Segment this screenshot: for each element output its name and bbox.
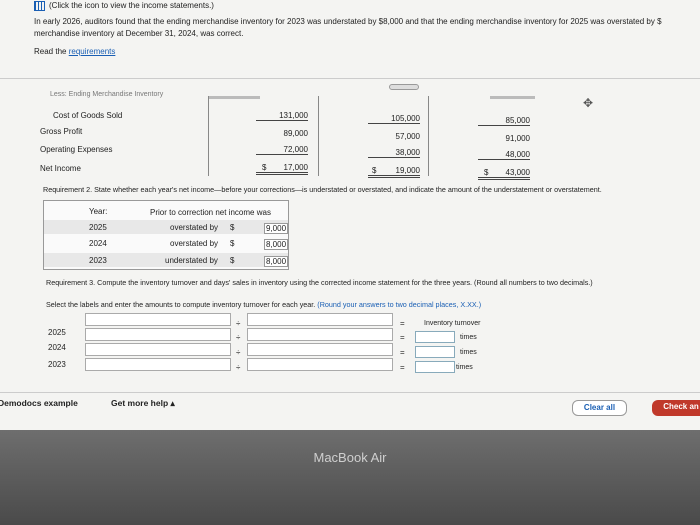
intro-line-1: In early 2026, auditors found that the e… xyxy=(34,17,662,26)
get-more-help-button[interactable]: Get more help ▴ xyxy=(111,398,175,409)
laptop-bezel xyxy=(0,430,700,525)
footer-divider xyxy=(0,392,700,393)
move-icon[interactable]: ✥ xyxy=(583,96,593,110)
req2-text: Requirement 2. State whether each year's… xyxy=(43,185,602,194)
denominator-amount-input[interactable] xyxy=(247,343,393,356)
cogs-label: Cost of Goods Sold xyxy=(53,111,123,120)
cell-border xyxy=(490,96,535,99)
year-cell: 2024 xyxy=(89,239,107,248)
opex-2023: 72,000 xyxy=(256,145,308,155)
year-header: Year: xyxy=(89,207,108,216)
turnover-input-2023[interactable] xyxy=(415,361,455,373)
divide-sign: ÷ xyxy=(236,363,241,372)
table-row: 2025 overstated by $ 9,000 xyxy=(44,220,289,234)
cogs-2023: 131,000 xyxy=(256,111,308,121)
turnover-input-2025[interactable] xyxy=(415,331,455,343)
table-row: 2024 overstated by $ 8,000 xyxy=(44,236,289,250)
divide-sign: ÷ xyxy=(236,348,241,357)
amount-input[interactable]: 9,000 xyxy=(264,223,289,234)
numerator-amount-input[interactable] xyxy=(85,343,231,356)
net-income-2023: 17,000 xyxy=(256,163,308,175)
instruction-plain: Select the labels and enter the amounts … xyxy=(46,300,318,309)
net-income-2024: 19,000 xyxy=(368,166,420,178)
year-label-2025: 2025 xyxy=(48,328,66,337)
amount-input[interactable]: 8,000 xyxy=(264,256,289,267)
gross-profit-label: Gross Profit xyxy=(40,127,83,136)
equals-sign: = xyxy=(400,363,405,372)
gross-2025: 91,000 xyxy=(505,134,530,143)
help-label: Get more help xyxy=(111,398,169,408)
gross-2023: 89,000 xyxy=(283,129,308,138)
operating-expenses-label: Operating Expenses xyxy=(40,145,113,154)
opex-2025: 48,000 xyxy=(478,150,530,160)
times-label: times xyxy=(460,349,477,356)
dollar-sign: $ xyxy=(230,223,235,232)
status-select[interactable]: overstated by xyxy=(170,239,218,248)
screen: (Click the icon to view the income state… xyxy=(0,0,700,430)
cell-border xyxy=(208,96,260,99)
equals-sign: = xyxy=(400,348,405,357)
status-select[interactable]: understated by xyxy=(165,256,218,265)
read-requirements: Read the requirements xyxy=(34,47,115,56)
year-label-2024: 2024 xyxy=(48,343,66,352)
denominator-amount-input[interactable] xyxy=(247,358,393,371)
requirements-link[interactable]: requirements xyxy=(69,47,116,56)
year-cell: 2025 xyxy=(89,223,107,232)
opex-2024: 38,000 xyxy=(368,148,420,158)
inventory-turnover-header: Inventory turnover xyxy=(424,320,481,327)
less-ending-inventory-label: Less: Ending Merchandise Inventory xyxy=(50,91,164,98)
denominator-label-select[interactable] xyxy=(247,313,393,326)
numerator-amount-input[interactable] xyxy=(85,358,231,371)
amount-input[interactable]: 8,000 xyxy=(264,239,289,250)
numerator-label-select[interactable] xyxy=(85,313,231,326)
equals-sign: = xyxy=(400,333,405,342)
table-row: 2023 understated by $ 8,000 xyxy=(44,253,289,267)
net-income-2025: 43,000 xyxy=(478,168,530,180)
panel-resize-handle[interactable] xyxy=(389,84,419,90)
req3-instruction: Select the labels and enter the amounts … xyxy=(46,300,481,309)
column-separator xyxy=(208,96,209,176)
req2-table: Year: Prior to correction net income was… xyxy=(43,200,289,270)
equals-sign: = xyxy=(400,319,405,328)
prior-correction-header: Prior to correction net income was xyxy=(150,208,271,217)
laptop-brand: MacBook Air xyxy=(313,450,387,465)
help-caret-icon: ▴ xyxy=(170,398,175,408)
check-answer-button[interactable]: Check an xyxy=(652,400,700,416)
year-cell: 2023 xyxy=(89,256,107,265)
times-label: times xyxy=(460,334,477,341)
instruction-rounding: (Round your answers to two decimal place… xyxy=(317,300,482,309)
cogs-2024: 105,000 xyxy=(368,114,420,124)
click-icon-text: (Click the icon to view the income state… xyxy=(49,1,214,10)
denominator-amount-input[interactable] xyxy=(247,328,393,341)
cogs-2025: 85,000 xyxy=(478,116,530,126)
net-income-label: Net Income xyxy=(40,164,81,173)
divide-sign: ÷ xyxy=(236,333,241,342)
status-select[interactable]: overstated by xyxy=(170,223,218,232)
column-separator xyxy=(318,96,319,176)
dollar-sign: $ xyxy=(230,239,235,248)
year-label-2023: 2023 xyxy=(48,360,66,369)
numerator-amount-input[interactable] xyxy=(85,328,231,341)
divide-sign: ÷ xyxy=(236,319,241,328)
demodocs-label: Demodocs example xyxy=(0,398,78,408)
divider xyxy=(0,78,700,79)
turnover-input-2024[interactable] xyxy=(415,346,455,358)
dollar-sign: $ xyxy=(230,256,235,265)
income-statement-table-icon[interactable] xyxy=(34,1,45,11)
column-separator xyxy=(428,96,429,176)
clear-all-button[interactable]: Clear all xyxy=(572,400,627,416)
intro-line-2: merchandise inventory at December 31, 20… xyxy=(34,29,244,38)
read-prefix: Read the xyxy=(34,47,69,56)
req3-text: Requirement 3. Compute the inventory tur… xyxy=(46,278,593,287)
gross-2024: 57,000 xyxy=(395,132,420,141)
times-label: times xyxy=(456,364,473,371)
